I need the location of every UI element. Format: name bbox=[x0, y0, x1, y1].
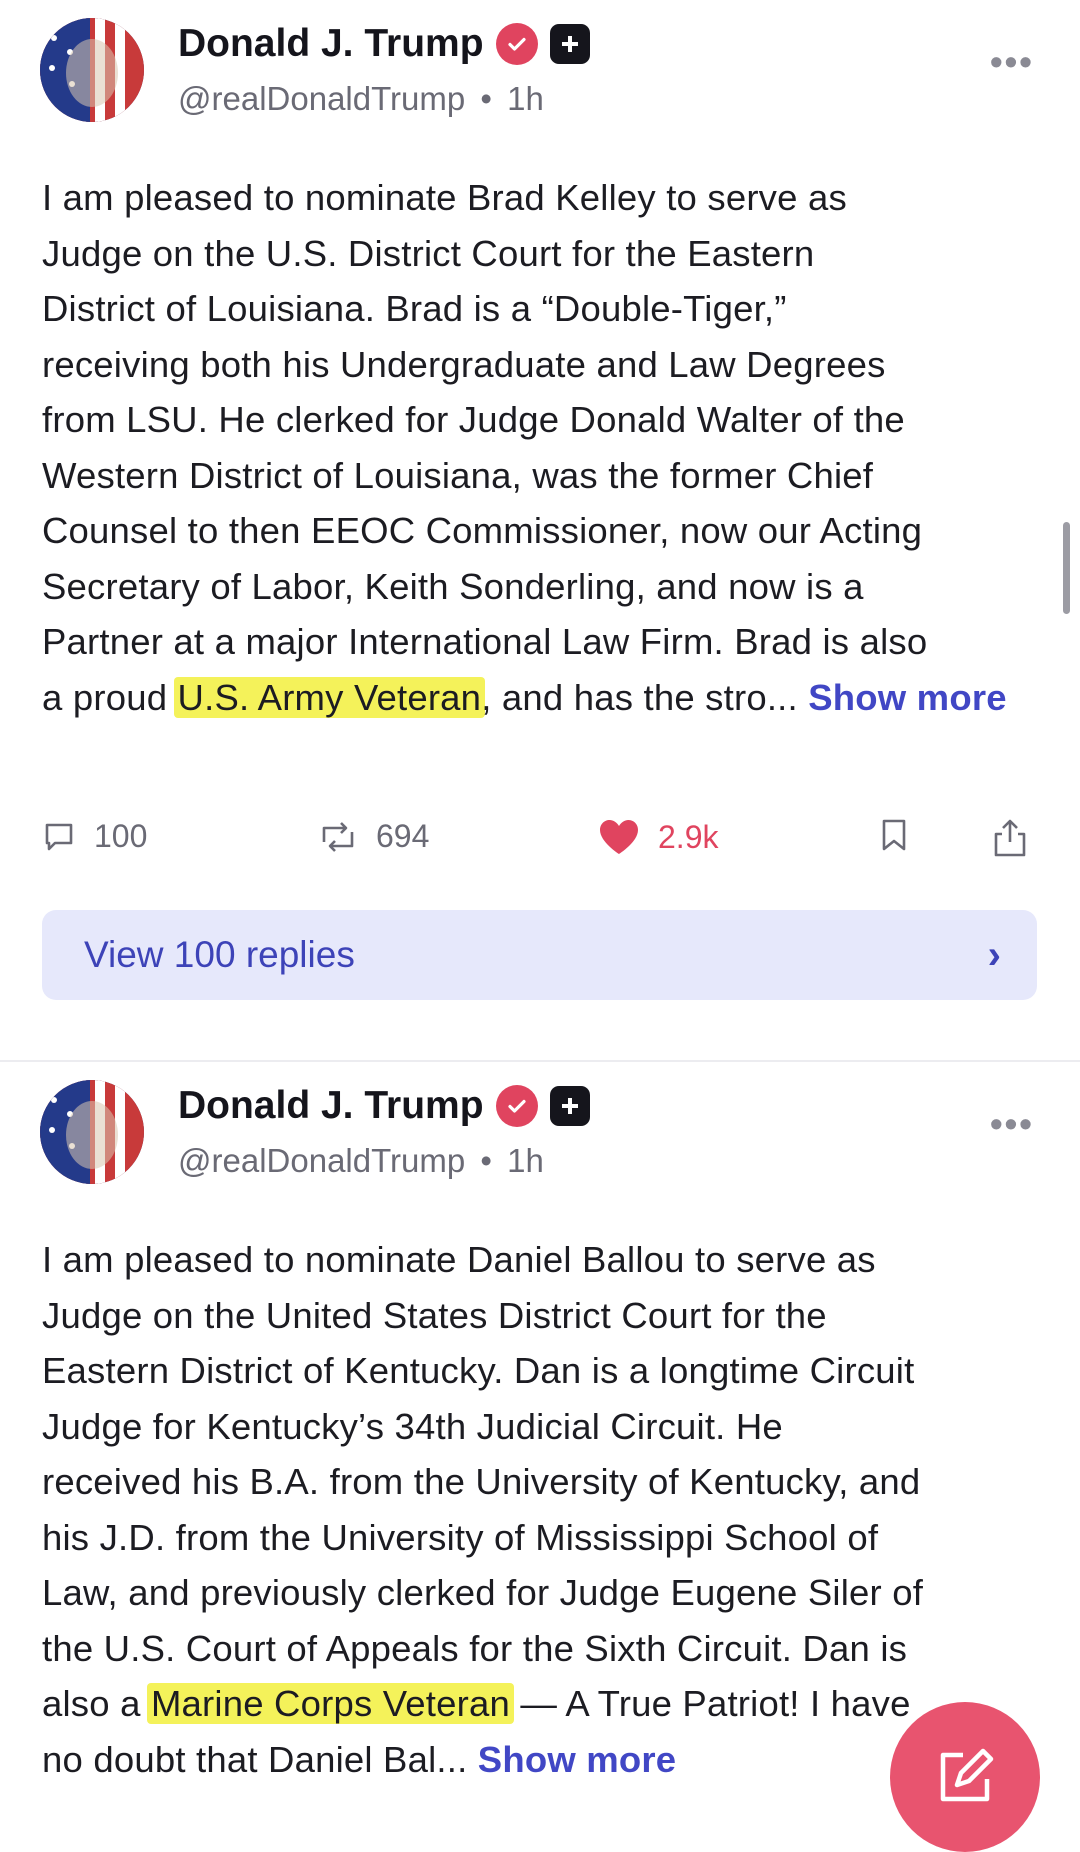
author-handle-row: @realDonaldTrump • 1h bbox=[178, 1142, 544, 1180]
separator: • bbox=[480, 80, 492, 117]
author-handle[interactable]: @realDonaldTrump bbox=[178, 80, 465, 117]
author-name-row[interactable]: Donald J. Trump bbox=[178, 22, 590, 66]
more-icon[interactable]: ••• bbox=[990, 1106, 1034, 1142]
verified-badge-icon bbox=[495, 23, 538, 65]
reply-button[interactable]: 100 bbox=[42, 818, 147, 855]
author-avatar[interactable] bbox=[40, 1080, 144, 1184]
text-line: from LSU. He clerked for Judge Donald Wa… bbox=[42, 399, 905, 440]
text-fragment: a proud bbox=[42, 676, 178, 718]
text-line: Partner at a major International Law Fir… bbox=[42, 621, 928, 662]
text-fragment: no doubt that Daniel Bal... bbox=[42, 1738, 478, 1780]
text-line: Eastern District of Kentucky. Dan is a l… bbox=[42, 1350, 915, 1391]
text-line: Law, and previously clerked for Judge Eu… bbox=[42, 1572, 924, 1613]
compose-button[interactable] bbox=[890, 1702, 1040, 1852]
text-line: his J.D. from the University of Mississi… bbox=[42, 1516, 879, 1558]
bookmark-icon bbox=[882, 819, 906, 851]
verified-badge-icon bbox=[495, 1085, 538, 1127]
author-name-row[interactable]: Donald J. Trump bbox=[178, 1084, 590, 1128]
text-line: Western District of Louisiana, was the f… bbox=[42, 454, 874, 496]
text-fragment: — A True Patriot! I have bbox=[510, 1683, 911, 1724]
highlighted-text: Marine Corps Veteran bbox=[146, 1683, 514, 1724]
text-line: also a Marine Corps Veteran — A True Pat… bbox=[42, 1676, 1047, 1732]
action-bar: 100 694 2.9k bbox=[0, 818, 1080, 868]
post-text: I am pleased to nominate Daniel Ballou t… bbox=[42, 1232, 1047, 1787]
post-divider bbox=[0, 1060, 1080, 1062]
compose-icon bbox=[940, 1748, 994, 1802]
reply-count: 100 bbox=[94, 818, 148, 854]
text-line: the U.S. Court of Appeals for the Sixth … bbox=[42, 1627, 908, 1669]
author-handle[interactable]: @realDonaldTrump bbox=[178, 1142, 465, 1179]
text-line: District of Louisiana. Brad is a “Double… bbox=[42, 288, 787, 329]
more-icon[interactable]: ••• bbox=[990, 44, 1034, 80]
chevron-right-icon: › bbox=[987, 932, 1001, 977]
author-avatar[interactable] bbox=[40, 18, 144, 122]
comment-icon bbox=[45, 823, 73, 850]
separator: • bbox=[480, 1142, 492, 1179]
avatar-image bbox=[40, 1080, 144, 1184]
text-line: receiving both his Undergraduate and Law… bbox=[42, 343, 886, 385]
text-line: a proud U.S. Army Veteran, and has the s… bbox=[42, 670, 1047, 726]
scrollbar[interactable] bbox=[1063, 522, 1070, 614]
text-line: Judge for Kentucky’s 34th Judicial Circu… bbox=[42, 1405, 783, 1447]
post-text: I am pleased to nominate Brad Kelley to … bbox=[42, 170, 1047, 725]
view-replies-label: View 100 replies bbox=[84, 934, 355, 975]
plus-badge-icon bbox=[549, 1086, 590, 1126]
text-line: I am pleased to nominate Daniel Ballou t… bbox=[42, 1239, 876, 1280]
view-replies-button[interactable]: View 100 replies › bbox=[42, 910, 1037, 1000]
like-count: 2.9k bbox=[658, 818, 719, 855]
plus-badge-icon bbox=[549, 24, 590, 64]
show-more-link[interactable]: Show more bbox=[808, 677, 1007, 718]
avatar-image bbox=[40, 18, 144, 122]
text-line: Secretary of Labor, Keith Sonderling, an… bbox=[42, 565, 864, 607]
repost-button[interactable]: 694 bbox=[318, 818, 429, 855]
author-handle-row: @realDonaldTrump • 1h bbox=[178, 80, 544, 118]
text-line: received his B.A. from the University of… bbox=[42, 1461, 921, 1502]
text-line: Counsel to then EEOC Commissioner, now o… bbox=[42, 510, 923, 551]
like-button[interactable]: 2.9k bbox=[598, 818, 718, 856]
show-more-link[interactable]: Show more bbox=[478, 1739, 677, 1780]
share-button[interactable] bbox=[992, 818, 1028, 858]
author-name[interactable]: Donald J. Trump bbox=[178, 1084, 484, 1128]
text-line: Judge on the United States District Cour… bbox=[42, 1294, 827, 1336]
repost-count: 694 bbox=[376, 818, 430, 854]
text-fragment: , and has the stro... bbox=[481, 676, 809, 718]
post-time: 1h bbox=[507, 80, 544, 117]
author-name[interactable]: Donald J. Trump bbox=[178, 22, 484, 66]
text-line: I am pleased to nominate Brad Kelley to … bbox=[42, 177, 847, 218]
heart-icon bbox=[600, 820, 638, 854]
post-time: 1h bbox=[507, 1142, 544, 1179]
text-line: Judge on the U.S. District Court for the… bbox=[42, 232, 815, 274]
share-icon bbox=[994, 819, 1026, 857]
highlighted-text: U.S. Army Veteran bbox=[173, 676, 486, 718]
repost-icon bbox=[322, 821, 354, 852]
text-fragment: also a bbox=[42, 1683, 151, 1724]
bookmark-button[interactable] bbox=[880, 818, 908, 852]
